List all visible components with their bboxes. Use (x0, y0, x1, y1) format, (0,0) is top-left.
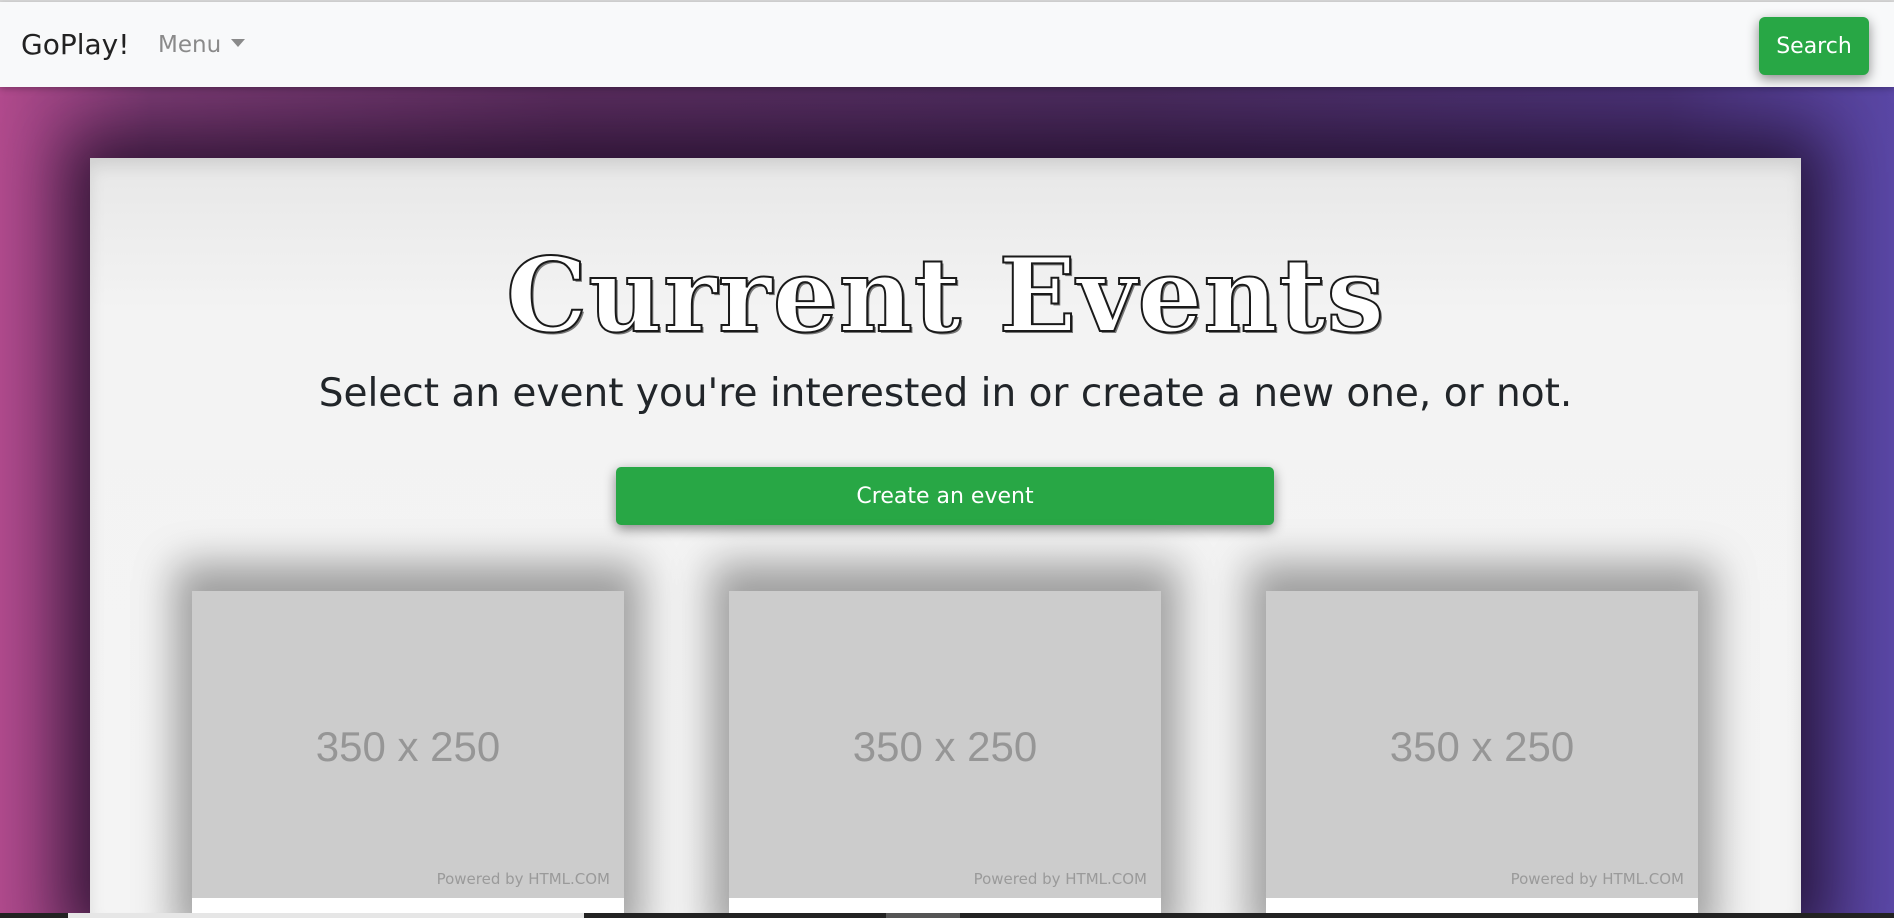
create-event-button[interactable]: Create an event (616, 467, 1274, 525)
scrollbar-segment (886, 913, 960, 918)
menu-dropdown-toggle[interactable]: Menu (158, 32, 246, 58)
event-card-image-placeholder[interactable]: 350 x 250 Powered by HTML.COM (729, 591, 1161, 898)
event-card-image-placeholder[interactable]: 350 x 250 Powered by HTML.COM (1266, 591, 1698, 898)
events-panel: Current Events Select an event you're in… (90, 158, 1801, 918)
menu-label: Menu (158, 32, 222, 58)
brand-logo-text[interactable]: GoPlay! (21, 28, 129, 61)
top-navbar: GoPlay! Menu Search (0, 2, 1894, 87)
search-button[interactable]: Search (1759, 17, 1869, 75)
placeholder-credit: Powered by HTML.COM (436, 870, 610, 888)
horizontal-scrollbar-thumb[interactable] (68, 913, 584, 918)
event-card-image-placeholder[interactable]: 350 x 250 Powered by HTML.COM (192, 591, 624, 898)
event-card[interactable]: 350 x 250 Powered by HTML.COM (1266, 591, 1698, 918)
placeholder-credit: Powered by HTML.COM (1510, 870, 1684, 888)
page-title: Current Events (505, 235, 1386, 357)
caret-down-icon (231, 39, 246, 47)
event-card[interactable]: 350 x 250 Powered by HTML.COM (729, 591, 1161, 918)
placeholder-dimensions: 350 x 250 (315, 723, 501, 770)
placeholder-dimensions: 350 x 250 (852, 723, 1038, 770)
placeholder-dimensions: 350 x 250 (1389, 723, 1575, 770)
placeholder-credit: Powered by HTML.COM (973, 870, 1147, 888)
page-subtitle: Select an event you're interested in or … (318, 371, 1573, 416)
event-card[interactable]: 350 x 250 Powered by HTML.COM (192, 591, 624, 918)
